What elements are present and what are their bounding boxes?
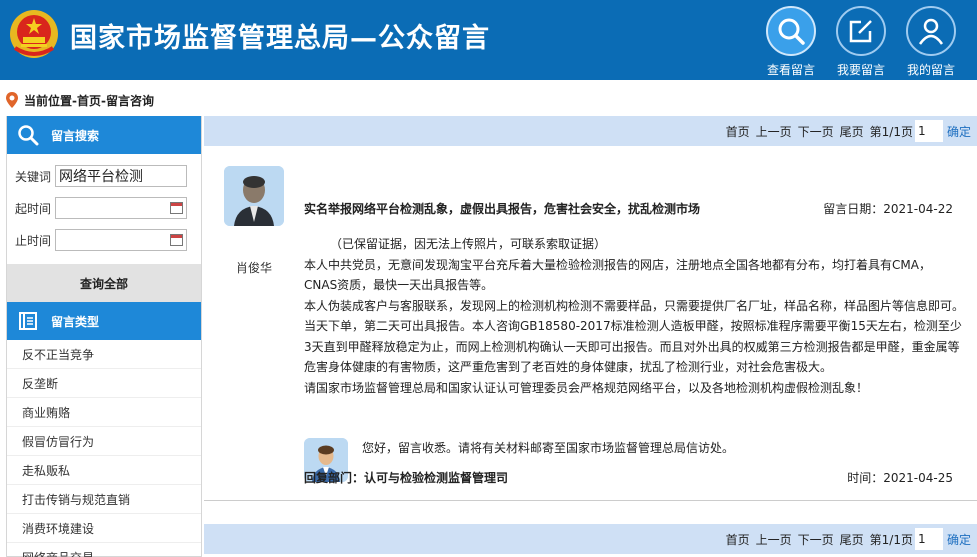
next-page-link[interactable]: 下一页	[798, 531, 834, 548]
breadcrumb: 当前位置-首页-留言咨询	[5, 90, 154, 110]
search-panel-header: 留言搜索	[7, 116, 201, 154]
type-item[interactable]: 商业贿赂	[7, 398, 201, 427]
search-panel-title: 留言搜索	[51, 128, 100, 143]
next-page-link[interactable]: 下一页	[798, 123, 834, 140]
post-paragraph: 本人中共党员，无意间发现淘宝平台充斥着大量检验检测报告的网店，注册地点全国各地都…	[304, 257, 931, 293]
type-item[interactable]: 反不正当竞争	[7, 340, 201, 369]
reply-department: 回复部门：认可与检验检测监督管理司	[304, 471, 509, 485]
confirm-button[interactable]: 确定	[947, 123, 971, 140]
end-date-row: 止时间	[7, 224, 201, 256]
search-icon	[17, 124, 39, 146]
nav-view-messages[interactable]: 查看留言	[756, 6, 826, 78]
page-info: 第1/1页	[869, 532, 913, 547]
pager-bottom: 首页 上一页 下一页 尾页 第1/1页 1 确定	[204, 524, 977, 554]
author-name: 肖俊华	[235, 261, 272, 275]
prev-page-link[interactable]: 上一页	[756, 531, 792, 548]
avatar-person-icon	[224, 166, 284, 226]
type-item[interactable]: 假冒仿冒行为	[7, 427, 201, 456]
main-content: 首页 上一页 下一页 尾页 第1/1页 1 确定 肖俊华 实名举报网络平台检测乱…	[204, 116, 977, 557]
nav-label: 查看留言	[766, 63, 815, 77]
nav-label: 我的留言	[906, 63, 955, 77]
author-avatar	[224, 166, 284, 226]
reply-time: 时间：2021-04-25	[847, 471, 953, 485]
keyword-input[interactable]: 网络平台检测	[55, 165, 187, 187]
national-emblem-icon	[10, 10, 58, 58]
type-item[interactable]: 消费环境建设	[7, 514, 201, 543]
post-paragraph: 本人伪装成客户与客服联系，发现网上的检测机构检测不需要样品，只需要提供厂名厂址，…	[304, 298, 965, 375]
pager-top: 首页 上一页 下一页 尾页 第1/1页 1 确定	[204, 116, 977, 146]
sidebar: 留言搜索 关键词 网络平台检测 起时间 止时间 查询全部 留言类型 反不正当竞争…	[6, 116, 202, 557]
start-date-label: 起时间	[15, 201, 52, 216]
type-item[interactable]: 打击传销与规范直销	[7, 485, 201, 514]
page-info: 第1/1页	[869, 124, 913, 139]
nav-write-message[interactable]: 我要留言	[826, 6, 896, 78]
header: 国家市场监督管理总局—公众留言 查看留言 我要留言 我的留言	[0, 0, 977, 80]
post-body: （已保留证据，因无法上传照片，可联系索取证据） 本人中共党员，无意间发现淘宝平台…	[304, 234, 964, 398]
query-all-button[interactable]: 查询全部	[7, 264, 201, 302]
nav-label: 我要留言	[836, 63, 885, 77]
start-date-input[interactable]	[55, 197, 187, 219]
calendar-icon[interactable]	[170, 202, 183, 214]
post-title: 实名举报网络平台检测乱象，虚假出具报告，危害社会安全，扰乱检测市场	[304, 202, 701, 216]
post-paragraph: 请国家市场监督管理总局和国家认证认可管理委员会严格规范网络平台，以及各地检测机构…	[304, 380, 869, 395]
end-date-label: 止时间	[15, 233, 52, 248]
list-icon	[17, 310, 39, 332]
type-item[interactable]: 反垄断	[7, 369, 201, 398]
page-input[interactable]: 1	[914, 120, 943, 142]
message-types-header: 留言类型	[7, 302, 201, 340]
message-post: 肖俊华 实名举报网络平台检测乱象，虚假出具报告，危害社会安全，扰乱检测市场 留言…	[204, 146, 977, 501]
end-date-input[interactable]	[55, 229, 187, 251]
message-types-title: 留言类型	[51, 314, 100, 329]
post-paragraph: （已保留证据，因无法上传照片，可联系索取证据）	[330, 237, 607, 251]
first-page-link[interactable]: 首页	[726, 531, 750, 548]
nav-my-messages[interactable]: 我的留言	[896, 6, 966, 78]
keyword-row: 关键词 网络平台检测	[7, 160, 201, 192]
site-title: 国家市场监督管理总局—公众留言	[70, 23, 490, 54]
start-date-row: 起时间	[7, 192, 201, 224]
calendar-icon[interactable]	[170, 234, 183, 246]
type-item[interactable]: 走私贩私	[7, 456, 201, 485]
reply-text: 您好，留言收悉。请将有关材料邮寄至国家市场监督管理总局信访处。	[362, 441, 735, 455]
last-page-link[interactable]: 尾页	[840, 531, 864, 548]
edit-icon	[849, 20, 872, 43]
breadcrumb-text: 当前位置-首页-留言咨询	[24, 93, 154, 108]
user-icon	[918, 18, 944, 45]
location-pin-icon	[6, 92, 18, 108]
last-page-link[interactable]: 尾页	[840, 123, 864, 140]
prev-page-link[interactable]: 上一页	[756, 123, 792, 140]
type-item[interactable]: 网络商品交易	[7, 543, 201, 557]
keyword-label: 关键词	[15, 169, 52, 184]
confirm-button[interactable]: 确定	[947, 531, 971, 548]
search-icon	[778, 18, 805, 45]
first-page-link[interactable]: 首页	[726, 123, 750, 140]
post-date: 留言日期：2021-04-22	[823, 202, 953, 216]
page-input[interactable]: 1	[914, 528, 943, 550]
